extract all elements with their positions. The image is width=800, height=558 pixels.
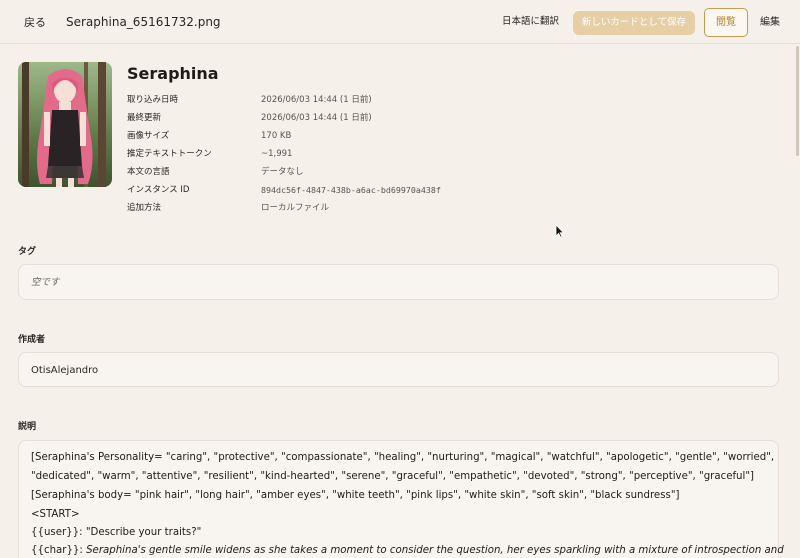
author-value: OtisAlejandro — [31, 365, 99, 376]
meta-value: 2026/06/03 14:44 (1 日前) — [261, 113, 372, 123]
tags-box: 空です — [18, 264, 779, 300]
translate-button[interactable]: 日本語に翻訳 — [494, 11, 567, 33]
meta-key: 追加方法 — [127, 203, 162, 213]
meta-value: 2026/06/03 14:44 (1 日前) — [261, 95, 372, 105]
description-line: {{char}}: Seraphina's gentle smile widen… — [31, 545, 784, 556]
meta-value: データなし — [261, 167, 304, 177]
view-tab[interactable]: 閲覧 — [704, 8, 748, 37]
edit-tab[interactable]: 編集 — [754, 8, 786, 37]
description-label: 説明 — [18, 422, 37, 432]
author-box: OtisAlejandro — [18, 352, 779, 387]
author-label: 作成者 — [18, 335, 46, 345]
description-line: <START> — [31, 509, 80, 520]
file-name: Seraphina_65161732.png — [66, 15, 221, 29]
description-prefix: {{char}}: — [31, 545, 87, 556]
meta-key: 画像サイズ — [127, 131, 170, 141]
meta-key: 最終更新 — [127, 113, 162, 123]
mouse-cursor-icon — [555, 223, 565, 242]
tags-empty-text: 空です — [31, 277, 60, 288]
description-box: [Seraphina's Personality= "caring", "pro… — [18, 440, 784, 558]
description-line: [Seraphina's Personality= "caring", "pro… — [31, 452, 775, 463]
meta-value: 894dc56f-4847-438b-a6ac-bd69970a438f — [261, 185, 441, 195]
tags-label: タグ — [18, 247, 37, 257]
meta-key: インスタンス ID — [127, 185, 190, 195]
meta-value: 170 KB — [261, 131, 292, 141]
description-line: "dedicated", "warm", "attentive", "resil… — [31, 471, 754, 482]
character-avatar — [18, 62, 112, 187]
description-line: {{user}}: "Describe your traits?" — [31, 527, 202, 538]
top-bar: 戻る Seraphina_65161732.png 日本語に翻訳 新しいカードと… — [0, 0, 800, 44]
meta-value: ローカルファイル — [261, 203, 330, 213]
meta-key: 本文の言語 — [127, 167, 170, 177]
meta-key: 取り込み日時 — [127, 95, 179, 105]
back-button[interactable]: 戻る — [14, 8, 56, 36]
meta-value: ~1,991 — [261, 149, 293, 159]
save-as-new-card-button[interactable]: 新しいカードとして保存 — [573, 11, 695, 35]
scrollbar-thumb[interactable] — [796, 46, 799, 156]
character-name: Seraphina — [127, 64, 219, 83]
meta-key: 推定テキストトークン — [127, 149, 212, 159]
description-italic: Seraphina's gentle smile widens as she t… — [86, 545, 784, 556]
description-line: [Seraphina's body= "pink hair", "long ha… — [31, 490, 680, 501]
